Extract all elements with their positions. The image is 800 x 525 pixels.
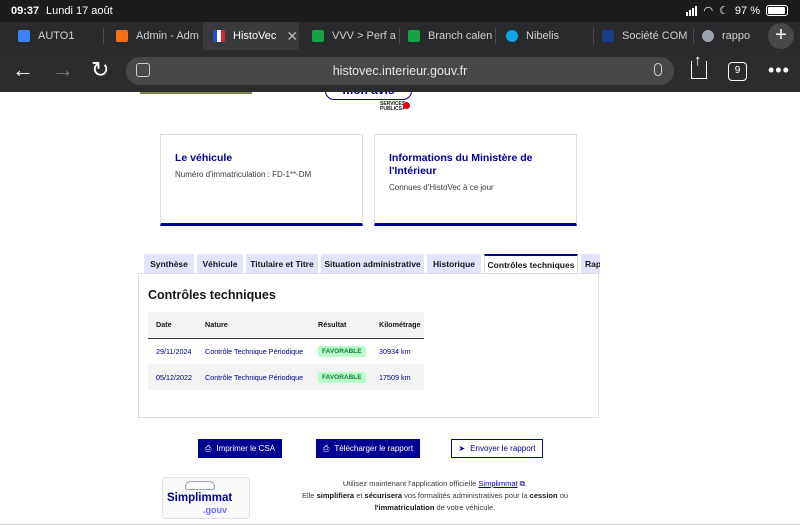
tab-label: Société COM [622,30,688,42]
close-tab-icon[interactable]: ✕ [286,28,298,45]
tab-label: Branch calen [428,30,493,42]
vehicle-card[interactable]: Le véhicule Numéro d'immatriculation : F… [160,134,363,226]
address-url[interactable]: histovec.interieur.gouv.fr [126,64,674,78]
web-page: mon avis SERVICESPUBLICS+ Le véhicule Nu… [0,92,800,525]
tab-rapport[interactable]: Rap [581,254,600,274]
browser-tab-histovec[interactable]: HistoVec ✕ [203,22,299,50]
cell-date: 29/11/2024 [148,338,197,364]
status-badge: FAVORABLE [318,345,366,357]
tab-controles[interactable]: Contrôles techniques [484,254,578,275]
tab-label: AUTO1 [38,30,75,42]
tab-situation[interactable]: Situation administrative [321,254,424,274]
browser-tab-societe[interactable]: Société COM [594,22,692,50]
battery-icon [766,5,788,16]
tab-label: HistoVec [233,30,277,42]
table-row: 05/12/2022 Contrôle Technique Périodique… [148,364,424,390]
tab-synthese[interactable]: Synthèse [144,254,194,274]
status-indicators: ◠ ☾ 97 % [686,4,788,17]
tab-label: Nibelis [526,30,560,42]
cell-nature: Contrôle Technique Périodique [197,338,310,364]
cell-nature: Contrôle Technique Périodique [197,364,310,390]
simplimmat-promo-text: Utilisez maintenant l'application offici… [301,479,569,512]
societe-favicon-icon [602,30,614,42]
reload-icon[interactable]: ↻ [91,58,109,82]
services-publics-mark-icon [403,102,410,109]
forward-arrow-icon[interactable]: → [52,58,74,82]
status-bar: 09:37 Lundi 17 août ◠ ☾ 97 % [0,0,800,22]
column-header: Résultat [310,312,371,339]
cell-result: FAVORABLE [310,338,371,364]
section-tabs: Synthèse Véhicule Titulaire et Titre Sit… [138,254,600,275]
printer-icon: ⎙ [204,444,212,453]
browser-tab-auto1[interactable]: AUTO1 [0,22,102,50]
tab-count-button[interactable]: 9 [728,62,747,81]
histovec-favicon-icon [213,30,225,42]
send-icon: ➤ [458,444,466,453]
print-csa-button[interactable]: ⎙ Imprimer le CSA [198,439,282,458]
tab-titulaire[interactable]: Titulaire et Titre [246,254,318,274]
browser-tab-branch[interactable]: Branch calen [400,22,494,50]
browser-tab-rappo[interactable]: rappo [694,22,756,50]
table-row: 29/11/2024 Contrôle Technique Périodique… [148,338,424,364]
cell-date: 05/12/2022 [148,364,197,390]
tab-vehicule[interactable]: Véhicule [197,254,243,274]
column-header: Kilométrage [371,312,424,339]
tab-historique[interactable]: Historique [427,254,481,274]
address-bar[interactable]: histovec.interieur.gouv.fr [126,57,674,85]
cell-result: FAVORABLE [310,364,371,390]
controles-table: Date Nature Résultat Kilométrage 29/11/2… [148,312,424,390]
vehicle-card-title: Le véhicule [175,152,233,164]
mon-avis-button[interactable]: mon avis [325,92,412,100]
nibelis-favicon-icon [506,30,518,42]
simplimmat-logo-suffix: .gouv [203,505,227,515]
wifi-icon: ◠ [703,5,714,17]
services-publics-logo: SERVICES PUBLICS+ [380,101,406,112]
new-tab-button[interactable]: + [768,23,794,49]
simplimmat-link[interactable]: Simplimmat [478,479,517,488]
car-icon [185,481,215,490]
battery-percent: 97 % [734,4,760,17]
status-time: 09:37 [11,5,40,17]
globe-favicon-icon [702,30,714,42]
section-title: Contrôles techniques [148,288,276,302]
controles-panel: Contrôles techniques Date Nature Résulta… [138,273,599,418]
share-icon[interactable] [691,52,707,79]
ministry-card-title: Informations du Ministère de l'Intérieur [389,152,533,177]
browser-tab-nibelis[interactable]: Nibelis [496,22,592,50]
signal-icon [686,5,698,16]
column-header: Nature [197,312,310,339]
tab-label: VVV > Perf a [332,30,396,42]
auto1-favicon-icon [18,30,30,42]
status-date: Lundi 17 août [46,5,113,17]
send-report-button[interactable]: ➤ Envoyer le rapport [451,439,543,458]
decorative-strip [140,92,252,94]
tab-label: rappo [722,30,751,42]
ministry-card-text: Connues d'HistoVec à ce jour [389,183,494,192]
browser-toolbar: ← → ↻ histovec.interieur.gouv.fr 9 ••• [0,50,800,92]
simplimmat-logo-word: Simplimmat [167,492,233,504]
download-report-button[interactable]: ⎙ Télécharger le rapport [316,439,420,458]
browser-tab-admin[interactable]: Admin - Adm [104,22,202,50]
cell-km: 17509 km [371,364,424,390]
status-badge: FAVORABLE [318,371,366,383]
cell-km: 30934 km [371,338,424,364]
browser-tab-vvv[interactable]: VVV > Perf a [300,22,398,50]
admin-favicon-icon [116,30,128,42]
moon-icon: ☾ [719,5,729,17]
vehicle-card-text: Numéro d'immatriculation : FD-1**-DM [175,170,312,179]
simplimmat-logo[interactable]: Simplimmat .gouv [162,477,250,519]
tab-label: Admin - Adm [136,30,199,42]
microphone-icon[interactable] [654,63,662,76]
external-link-icon: ⧉ [519,479,526,488]
sheets-favicon-icon [408,30,420,42]
more-menu-icon[interactable]: ••• [768,60,790,81]
browser-tab-bar: AUTO1 Admin - Adm HistoVec ✕ VVV > Perf … [0,22,800,50]
back-arrow-icon[interactable]: ← [12,58,34,82]
ministry-card[interactable]: Informations du Ministère de l'Intérieur … [374,134,577,226]
sheets-favicon-icon [312,30,324,42]
download-icon: ⎙ [322,444,330,453]
column-header: Date [148,312,197,339]
